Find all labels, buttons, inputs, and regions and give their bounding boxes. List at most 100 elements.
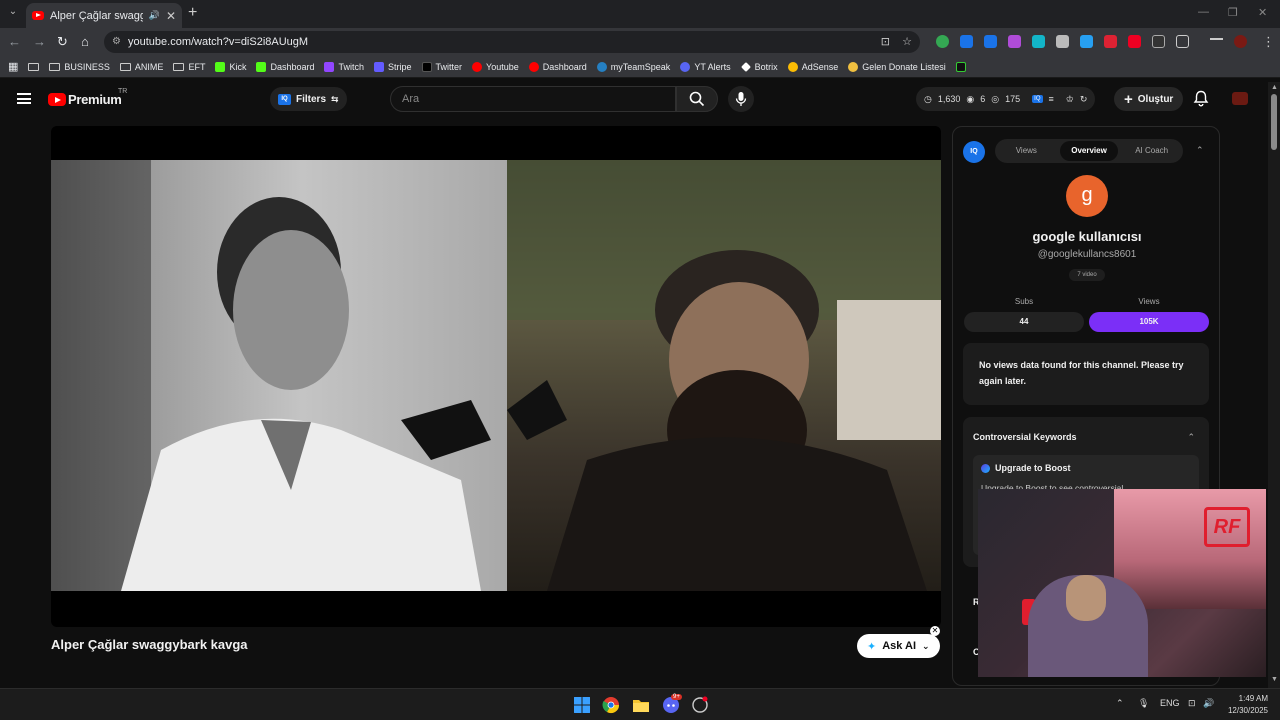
bookmark-item[interactable]: ANIME: [119, 62, 163, 72]
bookmark-item[interactable]: Kick: [215, 61, 246, 72]
tab-views[interactable]: Views: [997, 141, 1056, 161]
bookmark-item[interactable]: AdSense: [787, 61, 838, 72]
plus-icon: +: [1124, 90, 1133, 108]
bookmark-item[interactable]: Twitter: [421, 61, 462, 72]
tab-search-icon[interactable]: ⌄: [6, 6, 20, 20]
windows-start-icon[interactable]: [573, 696, 591, 714]
hamburger-menu-icon[interactable]: [17, 93, 31, 104]
back-icon[interactable]: ←: [8, 34, 21, 49]
microphone-tray-icon[interactable]: 🎙: [1138, 698, 1149, 709]
tab-ai-coach[interactable]: AI Coach: [1122, 141, 1181, 161]
apps-grid-icon[interactable]: ▦: [8, 60, 18, 73]
reload-icon[interactable]: ↻: [57, 34, 68, 50]
maximize-icon[interactable]: ❐: [1228, 6, 1238, 19]
extension-icon[interactable]: [936, 35, 949, 48]
bookmark-star-icon[interactable]: ☆: [902, 31, 912, 53]
eye-icon: ◉: [966, 93, 975, 104]
bookmark-item[interactable]: BUSINESS: [49, 62, 110, 72]
adsense-icon: [787, 61, 798, 72]
file-explorer-icon[interactable]: [632, 696, 650, 714]
bookmark-item[interactable]: Twitch: [324, 61, 364, 72]
bookmark-item[interactable]: YT Alerts: [680, 61, 731, 72]
search-input[interactable]: Ara: [390, 86, 676, 112]
channel-stats-widget[interactable]: ◷ 1,630 ◉ 6 ◎ 175 IQ ≡ ♔ ↻: [916, 87, 1096, 111]
notifications-bell-icon[interactable]: [1193, 90, 1209, 112]
youtube-icon: [528, 61, 539, 72]
forward-icon[interactable]: →: [33, 34, 46, 49]
extension-icon[interactable]: [984, 35, 997, 48]
bookmark-item[interactable]: [955, 61, 966, 72]
browser-tab[interactable]: Alper Çağlar swaggybark k 🔊 ✕: [26, 3, 182, 28]
ask-ai-button[interactable]: ✦ Ask AI ⌄: [857, 634, 940, 658]
bookmark-label: EFT: [188, 61, 206, 72]
trophy-icon[interactable]: ♔: [1066, 94, 1074, 105]
create-button[interactable]: + Oluştur: [1114, 87, 1184, 111]
search-button[interactable]: [676, 86, 718, 112]
profile-avatar[interactable]: [1234, 35, 1247, 48]
close-window-icon[interactable]: ✕: [1258, 6, 1267, 19]
install-app-icon[interactable]: ⊡: [881, 31, 890, 53]
minimize-icon[interactable]: —: [1198, 6, 1209, 18]
youtube-header: Premium TR IQ Filters ⇆ Ara ◷ 1,630 ◉ 6 …: [0, 82, 1268, 118]
extension-icon[interactable]: [1056, 35, 1069, 48]
video-player[interactable]: [51, 126, 941, 627]
scrollbar-thumb[interactable]: [1271, 94, 1277, 150]
extension-icon[interactable]: [1032, 35, 1045, 48]
bookmark-item[interactable]: Gelen Donate Listesi: [848, 61, 946, 72]
list-icon[interactable]: ≡: [1049, 94, 1054, 104]
browser-tab-bar: ⌄ Alper Çağlar swaggybark k 🔊 ✕ + — ❐ ✕: [0, 0, 1280, 28]
close-tab-icon[interactable]: ✕: [166, 9, 176, 23]
bookmark-item[interactable]: [28, 62, 40, 71]
channel-avatar: g: [1066, 175, 1108, 217]
bookmark-item[interactable]: myTeamSpeak: [596, 61, 670, 72]
system-clock[interactable]: 1:49 AM 12/30/2025: [1222, 693, 1268, 717]
extensions-puzzle-icon[interactable]: [1176, 35, 1189, 48]
reading-list-icon[interactable]: [1210, 38, 1223, 46]
extension-icon[interactable]: [1152, 35, 1165, 48]
discord-icon: [680, 61, 691, 72]
account-avatar[interactable]: [1232, 92, 1248, 105]
streamer-logo-icon: RF: [1204, 507, 1250, 547]
extension-icon[interactable]: [960, 35, 973, 48]
filters-label: Filters: [296, 93, 327, 105]
chevron-up-icon[interactable]: ⌃: [1187, 432, 1195, 443]
url-bar[interactable]: ⚙ youtube.com/watch?v=diS2i8AUugM ⊡ ☆: [104, 31, 920, 53]
controversial-keywords-title[interactable]: Controversial Keywords: [973, 432, 1077, 442]
filters-button[interactable]: IQ Filters ⇆: [270, 87, 347, 111]
youtube-logo-text[interactable]: Premium: [68, 92, 122, 107]
scroll-down-icon[interactable]: ▼: [1271, 676, 1278, 683]
chevron-up-icon[interactable]: ⌃: [1196, 145, 1204, 156]
webcam-overlay: RF: [978, 489, 1266, 677]
bookmark-item[interactable]: Stripe: [374, 61, 412, 72]
scroll-up-icon[interactable]: ▲: [1271, 84, 1278, 91]
page-scrollbar[interactable]: ▲ ▼: [1268, 82, 1280, 688]
bookmark-item[interactable]: Dashboard: [528, 61, 587, 72]
bookmark-item[interactable]: EFT: [173, 62, 205, 72]
refresh-icon[interactable]: ↻: [1080, 94, 1088, 105]
site-settings-icon[interactable]: ⚙: [112, 31, 121, 53]
youtube-logo-icon[interactable]: [48, 93, 66, 106]
extension-icon[interactable]: [1080, 35, 1093, 48]
new-tab-button[interactable]: +: [188, 4, 197, 22]
bookmark-item[interactable]: Dashboard: [256, 61, 314, 72]
home-icon[interactable]: ⌂: [81, 34, 89, 49]
extension-icon[interactable]: [1008, 35, 1021, 48]
channel-video-count: 7 video: [1069, 269, 1105, 281]
extension-icon[interactable]: [1104, 35, 1117, 48]
bookmark-item[interactable]: Botrix: [740, 62, 778, 72]
vidiq-icon[interactable]: IQ: [1032, 95, 1043, 103]
bookmark-item[interactable]: Youtube: [472, 61, 519, 72]
network-icon[interactable]: ⊡: [1188, 698, 1196, 709]
show-hidden-icons-chevron[interactable]: ⌃: [1116, 698, 1124, 709]
voice-search-button[interactable]: [728, 86, 754, 112]
app-icon[interactable]: [691, 696, 709, 714]
chrome-icon[interactable]: [602, 696, 620, 714]
menu-kebab-icon[interactable]: ⋮: [1262, 34, 1275, 50]
upgrade-title: Upgrade to Boost: [995, 463, 1071, 473]
speaker-icon[interactable]: 🔊: [149, 10, 160, 21]
extension-icon[interactable]: [1128, 35, 1141, 48]
tab-overview[interactable]: Overview: [1059, 141, 1119, 161]
volume-icon[interactable]: 🔊: [1203, 698, 1214, 709]
bookmarks-bar: ▦ BUSINESS ANIME EFT Kick Dashboard Twit…: [0, 56, 1280, 78]
language-indicator[interactable]: ENG: [1160, 698, 1180, 708]
